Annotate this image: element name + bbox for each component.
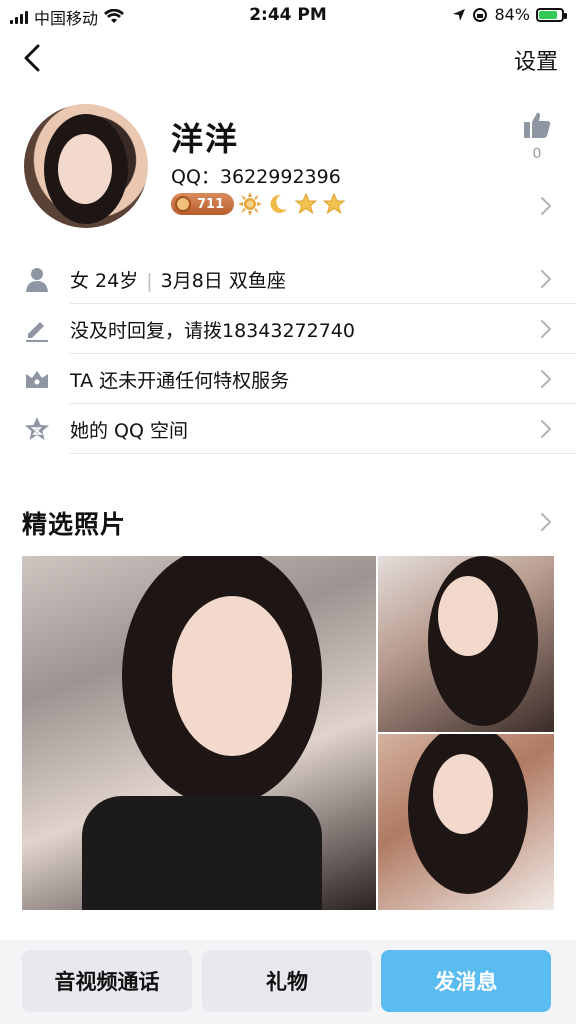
- qzone-text: 她的 QQ 空间: [70, 419, 188, 442]
- like-button[interactable]: 0: [520, 110, 554, 162]
- photo-thumbnail[interactable]: [378, 734, 554, 910]
- location-arrow-icon: [453, 8, 466, 21]
- chevron-right-icon: [541, 420, 552, 438]
- info-row-basic[interactable]: 女 24岁 | 3月8日 双鱼座: [0, 254, 576, 304]
- star-badge-icon: [322, 192, 346, 215]
- profile-header[interactable]: 洋洋 QQ：3622992396 711 0: [0, 100, 576, 240]
- privilege-text: TA 还未开通任何特权服务: [70, 369, 290, 392]
- profile-name: 洋洋: [171, 120, 240, 158]
- divider: |: [146, 269, 153, 292]
- level-badges[interactable]: 711: [171, 192, 346, 216]
- person-icon: [26, 268, 48, 292]
- chevron-right-icon[interactable]: [540, 512, 552, 532]
- level-number: 711: [197, 196, 225, 212]
- level-pill: 711: [171, 193, 235, 215]
- bottom-action-bar: 音视频通话 礼物 发消息: [0, 940, 576, 1024]
- avatar[interactable]: [24, 104, 148, 228]
- birthday: 3月8日 双鱼座: [160, 269, 286, 292]
- info-basic-text: 女 24岁 | 3月8日 双鱼座: [70, 266, 286, 293]
- battery-icon: [536, 7, 567, 22]
- rotation-lock-icon: [473, 7, 488, 22]
- gift-button[interactable]: 礼物: [202, 950, 372, 1012]
- chevron-right-icon: [541, 270, 552, 288]
- chevron-right-icon: [541, 370, 552, 388]
- back-icon[interactable]: [18, 42, 48, 74]
- nav-bar: 设置: [0, 36, 576, 80]
- qq-number: QQ：3622992396: [171, 166, 341, 188]
- photo-featured[interactable]: [22, 556, 376, 910]
- pencil-icon: [26, 322, 48, 342]
- battery-percent: 84%: [494, 5, 530, 24]
- thumbs-up-icon: [524, 112, 551, 138]
- send-message-button[interactable]: 发消息: [381, 950, 551, 1012]
- battery-fill: [539, 10, 558, 19]
- chevron-right-icon: [541, 320, 552, 338]
- info-row-qzone[interactable]: 她的 QQ 空间: [0, 404, 576, 454]
- settings-button[interactable]: 设置: [514, 44, 558, 76]
- info-list: 女 24岁 | 3月8日 双鱼座 没及时回复，请拨18343272740 TA 还未…: [0, 254, 576, 454]
- signature-text: 没及时回复，请拨18343272740: [70, 319, 355, 342]
- status-bar: 中国移动 2:44 PM 84%: [0, 0, 576, 30]
- info-row-signature[interactable]: 没及时回复，请拨18343272740: [0, 304, 576, 354]
- coin-icon: [175, 196, 191, 212]
- gender-age: 女 24岁: [70, 269, 139, 292]
- divider-line: [70, 453, 576, 454]
- sun-icon: [238, 192, 263, 216]
- photos-title[interactable]: 精选照片: [22, 505, 126, 541]
- moon-icon: [270, 194, 288, 213]
- status-right: 84%: [452, 5, 567, 24]
- star-icon: [25, 417, 49, 440]
- like-count: 0: [532, 146, 542, 162]
- av-call-button[interactable]: 音视频通话: [22, 950, 192, 1012]
- info-row-privilege[interactable]: TA 还未开通任何特权服务: [0, 354, 576, 404]
- photo-thumbnail[interactable]: [378, 556, 554, 732]
- chevron-right-icon[interactable]: [540, 196, 552, 216]
- crown-icon: [26, 371, 48, 388]
- star-badge-icon: [294, 192, 318, 215]
